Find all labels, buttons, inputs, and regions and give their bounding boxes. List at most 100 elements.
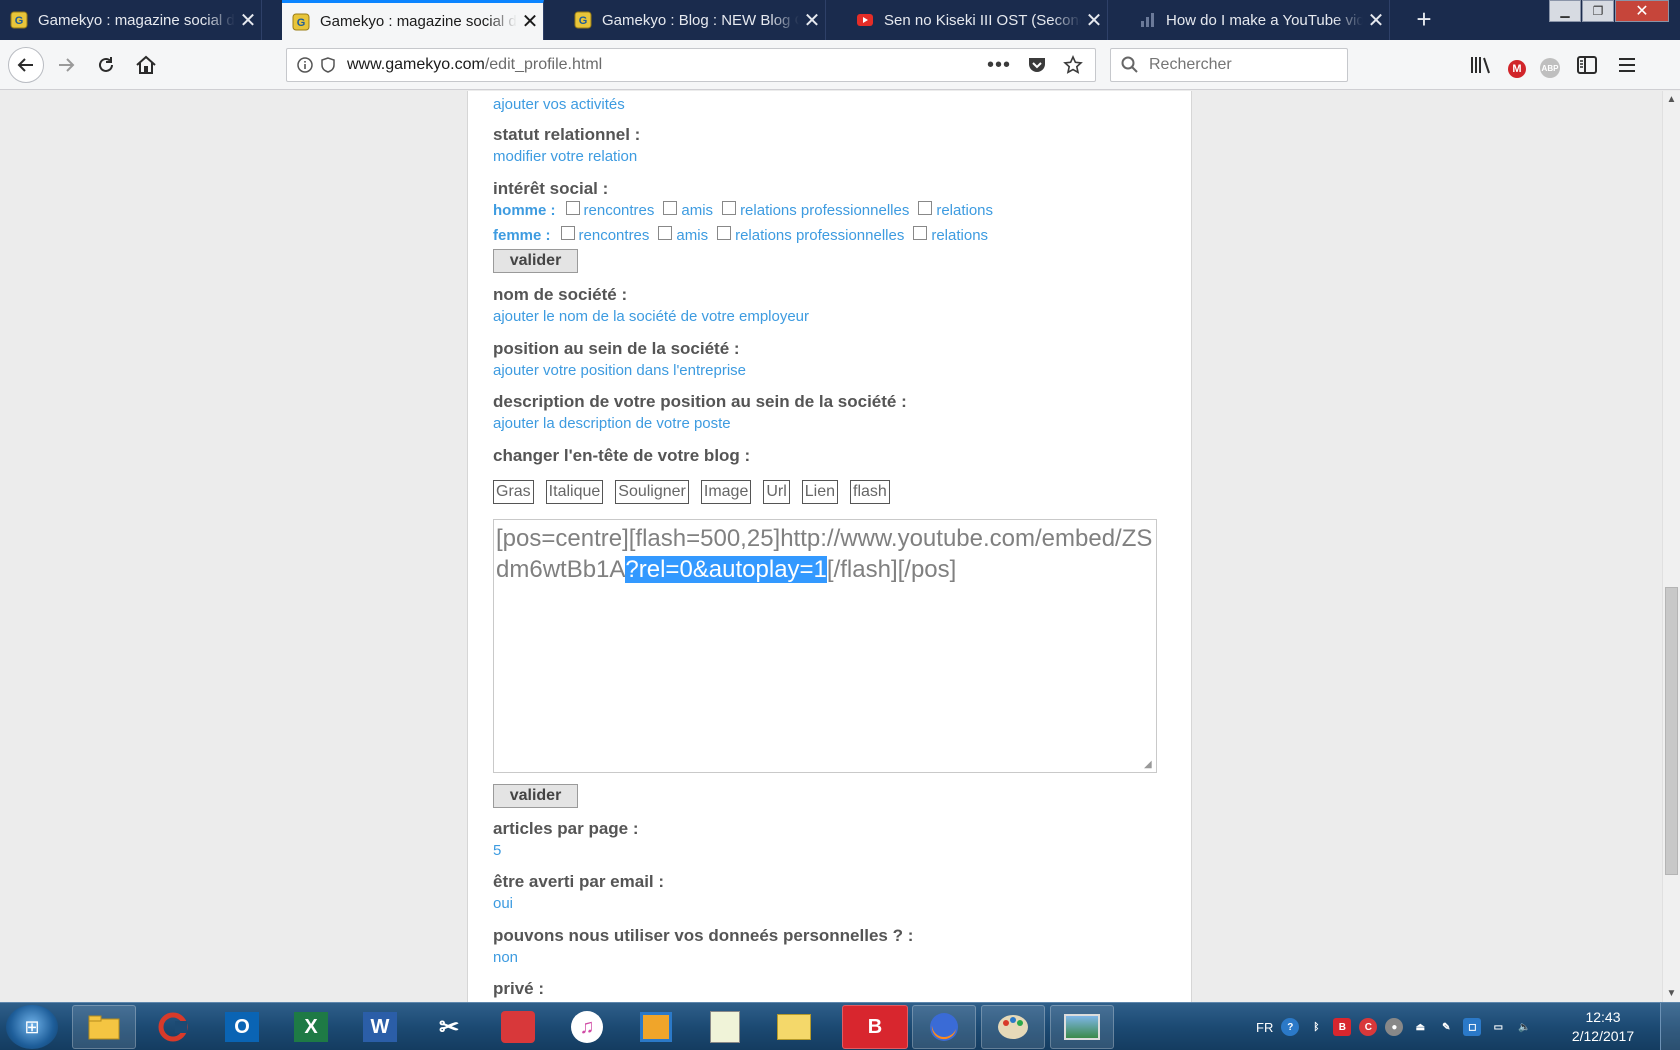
language-indicator[interactable]: FR	[1256, 1020, 1273, 1035]
add-position-link[interactable]: ajouter votre position dans l'entreprise	[493, 362, 746, 379]
mega-extension-icon[interactable]: M	[1508, 59, 1526, 78]
brave-icon[interactable]: B	[842, 1005, 908, 1049]
itunes-icon[interactable]: ♫	[555, 1005, 619, 1049]
tab-close-icon[interactable]: ✕	[517, 9, 543, 34]
show-desktop-button[interactable]	[1660, 1003, 1680, 1050]
adblock-plus-icon[interactable]: ABP	[1540, 58, 1560, 78]
firefox-icon[interactable]	[912, 1005, 976, 1049]
file-explorer-icon[interactable]	[72, 1005, 136, 1049]
search-input[interactable]	[1149, 56, 1329, 74]
scroll-thumb[interactable]	[1665, 587, 1678, 875]
navigation-toolbar: www.gamekyo.com/edit_profile.html ••• M …	[0, 40, 1680, 90]
url-text[interactable]: www.gamekyo.com/edit_profile.html	[347, 56, 602, 74]
validate-header-button[interactable]: valider	[493, 784, 578, 808]
male-rencontres-checkbox[interactable]	[565, 200, 580, 215]
tools-tray-icon[interactable]: ✎	[1437, 1018, 1455, 1036]
male-amis-checkbox[interactable]	[663, 200, 678, 215]
network-icon[interactable]: ▭	[1489, 1018, 1507, 1036]
media-app-icon[interactable]	[486, 1005, 550, 1049]
female-rencontres-checkbox[interactable]	[560, 225, 575, 240]
minimize-button[interactable]: ▁	[1549, 0, 1581, 22]
close-window-button[interactable]: ✕	[1615, 0, 1669, 22]
info-icon[interactable]	[297, 57, 313, 73]
female-pro-checkbox[interactable]	[717, 225, 732, 240]
add-company-link[interactable]: ajouter le nom de la société de votre em…	[493, 308, 809, 325]
snipping-tool-icon[interactable]: ✂	[417, 1005, 481, 1049]
menu-icon[interactable]	[1614, 49, 1640, 81]
url-bar[interactable]: www.gamekyo.com/edit_profile.html •••	[286, 48, 1096, 82]
usb-icon[interactable]: ⏏	[1411, 1018, 1429, 1036]
gpu-tray-icon[interactable]: ●	[1385, 1018, 1404, 1036]
editor-text-end: [/flash][/pos]	[826, 556, 957, 583]
files-app-icon[interactable]	[624, 1005, 688, 1049]
tab-close-icon[interactable]: ✕	[799, 8, 825, 33]
checkbox-label: relations professionnelles	[740, 202, 910, 219]
tab-youtube-help[interactable]: How do I make a YouTube vide ✕	[1128, 0, 1390, 40]
new-tab-button[interactable]: +	[1410, 6, 1438, 34]
vertical-scrollbar[interactable]: ▲ ▼	[1662, 91, 1680, 1002]
help-icon[interactable]: ?	[1281, 1018, 1300, 1036]
tab-gamekyo-2[interactable]: G Gamekyo : magazine social des ✕	[282, 0, 544, 40]
scroll-down-icon[interactable]: ▼	[1663, 985, 1680, 1002]
underline-button[interactable]: Souligner	[615, 480, 689, 504]
home-button[interactable]	[130, 49, 162, 81]
checkbox-label: rencontres	[578, 227, 650, 244]
reload-button[interactable]	[90, 49, 122, 81]
tab-close-icon[interactable]: ✕	[1363, 8, 1389, 33]
bold-button[interactable]: Gras	[493, 480, 534, 504]
tab-close-icon[interactable]: ✕	[1081, 8, 1107, 33]
tab-gamekyo-1[interactable]: G Gamekyo : magazine social des ✕	[0, 0, 262, 40]
maximize-button[interactable]: ❐	[1582, 0, 1614, 22]
brave-tray-icon[interactable]: B	[1333, 1018, 1352, 1036]
sync-tray-icon[interactable]: ◻	[1463, 1018, 1482, 1036]
tab-gamekyo-blog[interactable]: G Gamekyo : Blog : NEW Blog Ch ✕	[564, 0, 826, 40]
add-description-link[interactable]: ajouter la description de votre poste	[493, 415, 907, 432]
male-relations-checkbox[interactable]	[918, 200, 933, 215]
male-label: homme :	[493, 202, 556, 219]
position-label: position au sein de la société :	[493, 339, 740, 358]
volume-icon[interactable]: 🔈	[1515, 1018, 1533, 1036]
italic-button[interactable]: Italique	[545, 480, 604, 504]
outlook-icon[interactable]: O	[210, 1005, 274, 1049]
ccleaner-icon[interactable]	[141, 1005, 205, 1049]
male-pro-checkbox[interactable]	[722, 200, 737, 215]
tab-title: Gamekyo : magazine social des	[38, 11, 235, 29]
female-amis-checkbox[interactable]	[658, 225, 673, 240]
bluetooth-icon[interactable]: ᛒ	[1307, 1018, 1325, 1036]
personal-data-value[interactable]: non	[493, 949, 913, 966]
word-icon[interactable]: W	[348, 1005, 412, 1049]
validate-social-button[interactable]: valider	[493, 249, 578, 273]
forward-button[interactable]	[50, 49, 82, 81]
add-activities-link[interactable]: ajouter vos activités	[493, 96, 625, 113]
svg-text:G: G	[579, 15, 588, 27]
scroll-up-icon[interactable]: ▲	[1663, 91, 1680, 108]
excel-icon[interactable]: X	[279, 1005, 343, 1049]
articles-per-page-value[interactable]: 5	[493, 842, 639, 859]
start-button[interactable]: ⊞	[6, 1005, 58, 1049]
flash-button[interactable]: flash	[850, 480, 890, 504]
folder-app-icon[interactable]	[762, 1005, 826, 1049]
paint-icon[interactable]	[981, 1005, 1045, 1049]
sidebar-toggle-icon[interactable]	[1574, 49, 1600, 81]
image-button[interactable]: Image	[700, 480, 752, 504]
notepad-app-icon[interactable]	[693, 1005, 757, 1049]
search-bar[interactable]	[1110, 48, 1348, 82]
clock[interactable]: 12:43 2/12/2017	[1568, 1008, 1638, 1046]
photos-app-icon[interactable]	[1050, 1005, 1114, 1049]
blog-header-textarea[interactable]: [pos=centre][flash=500,25]http://www.you…	[493, 519, 1157, 773]
link-button[interactable]: Lien	[801, 480, 839, 504]
edit-relationship-link[interactable]: modifier votre relation	[493, 148, 640, 165]
back-button[interactable]	[8, 47, 44, 83]
resize-grip-icon[interactable]: ◢	[1144, 760, 1154, 770]
page-actions-icon[interactable]: •••	[987, 54, 1011, 77]
tracking-shield-icon[interactable]	[321, 57, 335, 73]
bookmark-star-icon[interactable]	[1063, 55, 1083, 75]
pocket-icon[interactable]	[1027, 56, 1047, 74]
tab-close-icon[interactable]: ✕	[235, 8, 261, 33]
library-icon[interactable]	[1468, 49, 1494, 81]
female-relations-checkbox[interactable]	[913, 225, 928, 240]
url-button[interactable]: Url	[763, 480, 790, 504]
email-notify-value[interactable]: oui	[493, 895, 664, 912]
ccleaner-tray-icon[interactable]: C	[1359, 1018, 1378, 1036]
tab-youtube[interactable]: Sen no Kiseki III OST (Second V ✕	[846, 0, 1108, 40]
